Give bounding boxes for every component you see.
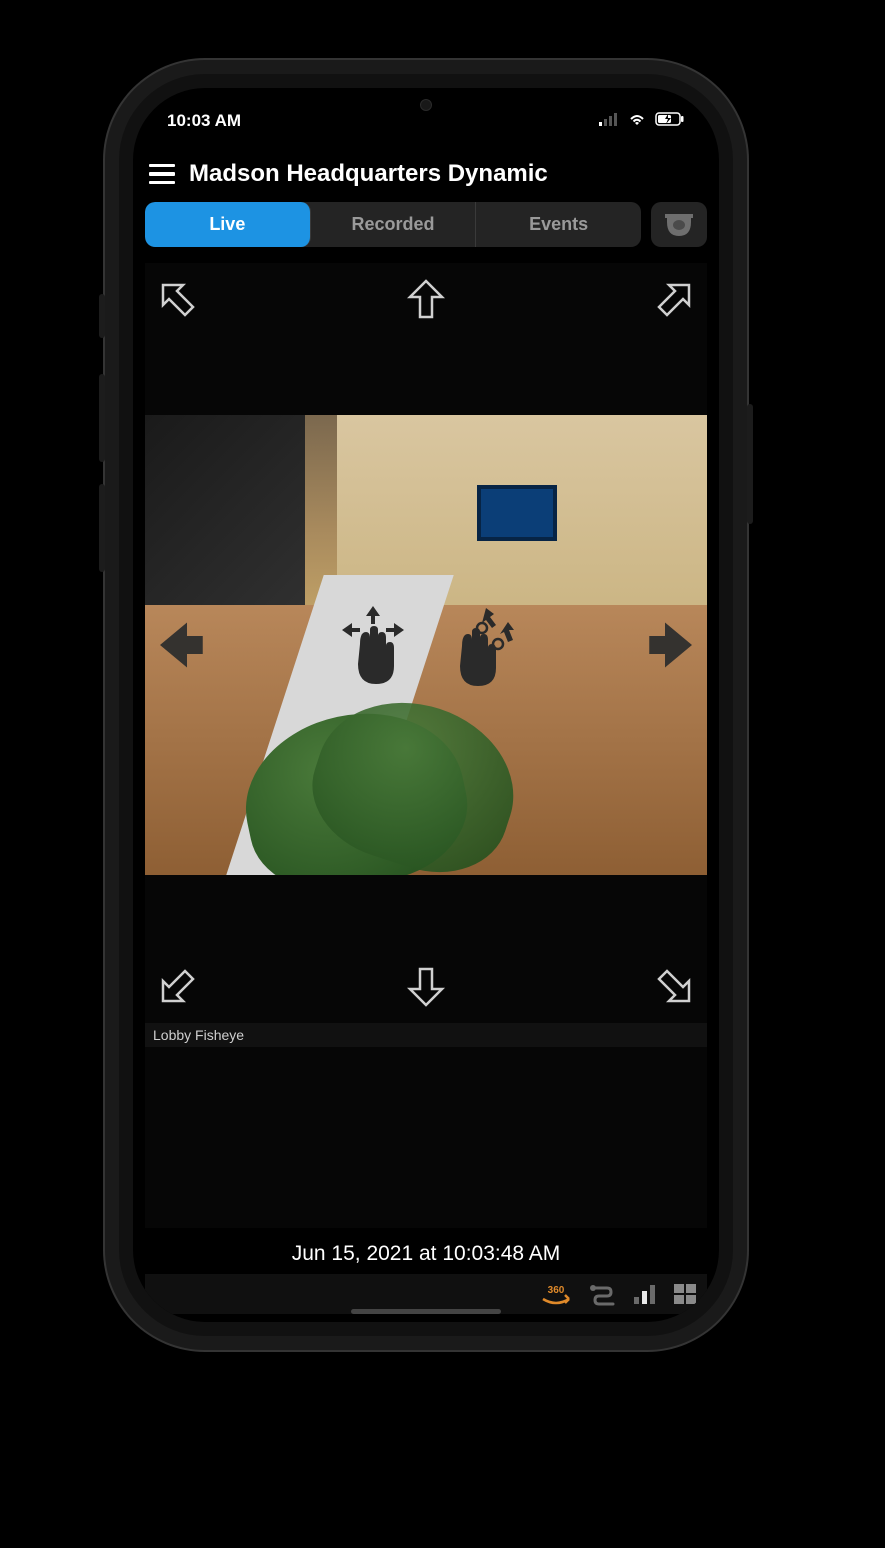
app-header: Madson Headquarters Dynamic [133, 150, 719, 194]
ptz-down-right[interactable] [645, 957, 705, 1017]
volume-up-button [99, 374, 105, 462]
camera-select-button[interactable] [651, 202, 707, 247]
svg-text:360: 360 [548, 1285, 565, 1296]
route-icon[interactable] [589, 1282, 617, 1306]
rotate-360-button[interactable]: 360 [539, 1281, 573, 1307]
pinch-gesture-icon [436, 600, 522, 690]
ptz-up-right[interactable] [645, 269, 705, 329]
camera-dome-icon [665, 214, 693, 236]
side-button [99, 294, 105, 338]
grid-view-button[interactable] [673, 1283, 697, 1305]
wifi-icon [627, 111, 647, 131]
volume-down-button [99, 484, 105, 572]
page-title: Madson Headquarters Dynamic [189, 160, 548, 188]
ptz-up-left[interactable] [147, 269, 207, 329]
phone-frame: 10:03 AM Madson Headquarters Dynamic [119, 74, 733, 1336]
phone-screen: 10:03 AM Madson Headquarters Dynamic [133, 88, 719, 1322]
gesture-hints [330, 600, 522, 690]
ptz-down[interactable] [396, 957, 456, 1017]
video-prev[interactable] [151, 618, 205, 672]
tabs-row: Live Recorded Events [133, 194, 719, 255]
timestamp: Jun 15, 2021 at 10:03:48 AM [133, 1228, 719, 1274]
cellular-icon [599, 111, 619, 131]
power-button [747, 404, 753, 524]
pan-gesture-icon [330, 600, 416, 690]
camera-label: Lobby Fisheye [145, 1023, 707, 1047]
video-feed[interactable] [145, 415, 707, 875]
tab-events[interactable]: Events [476, 202, 641, 247]
phone-notch [316, 88, 536, 122]
status-time: 10:03 AM [167, 111, 241, 131]
signal-quality-icon[interactable] [633, 1283, 657, 1305]
tab-live[interactable]: Live [145, 202, 311, 247]
ptz-down-left[interactable] [147, 957, 207, 1017]
ptz-up[interactable] [396, 269, 456, 329]
ptz-top-row [145, 263, 707, 335]
view-tabs: Live Recorded Events [145, 202, 641, 247]
ptz-bottom-row [145, 951, 707, 1023]
camera-viewer: Lobby Fisheye [145, 263, 707, 1228]
menu-button[interactable] [149, 164, 175, 185]
tab-recorded[interactable]: Recorded [311, 202, 477, 247]
battery-charging-icon [655, 111, 685, 131]
home-indicator[interactable] [351, 1309, 501, 1314]
app-content: Madson Headquarters Dynamic Live Recorde… [133, 150, 719, 1322]
video-next[interactable] [647, 618, 701, 672]
bottom-toolbar: 360 [145, 1274, 707, 1314]
